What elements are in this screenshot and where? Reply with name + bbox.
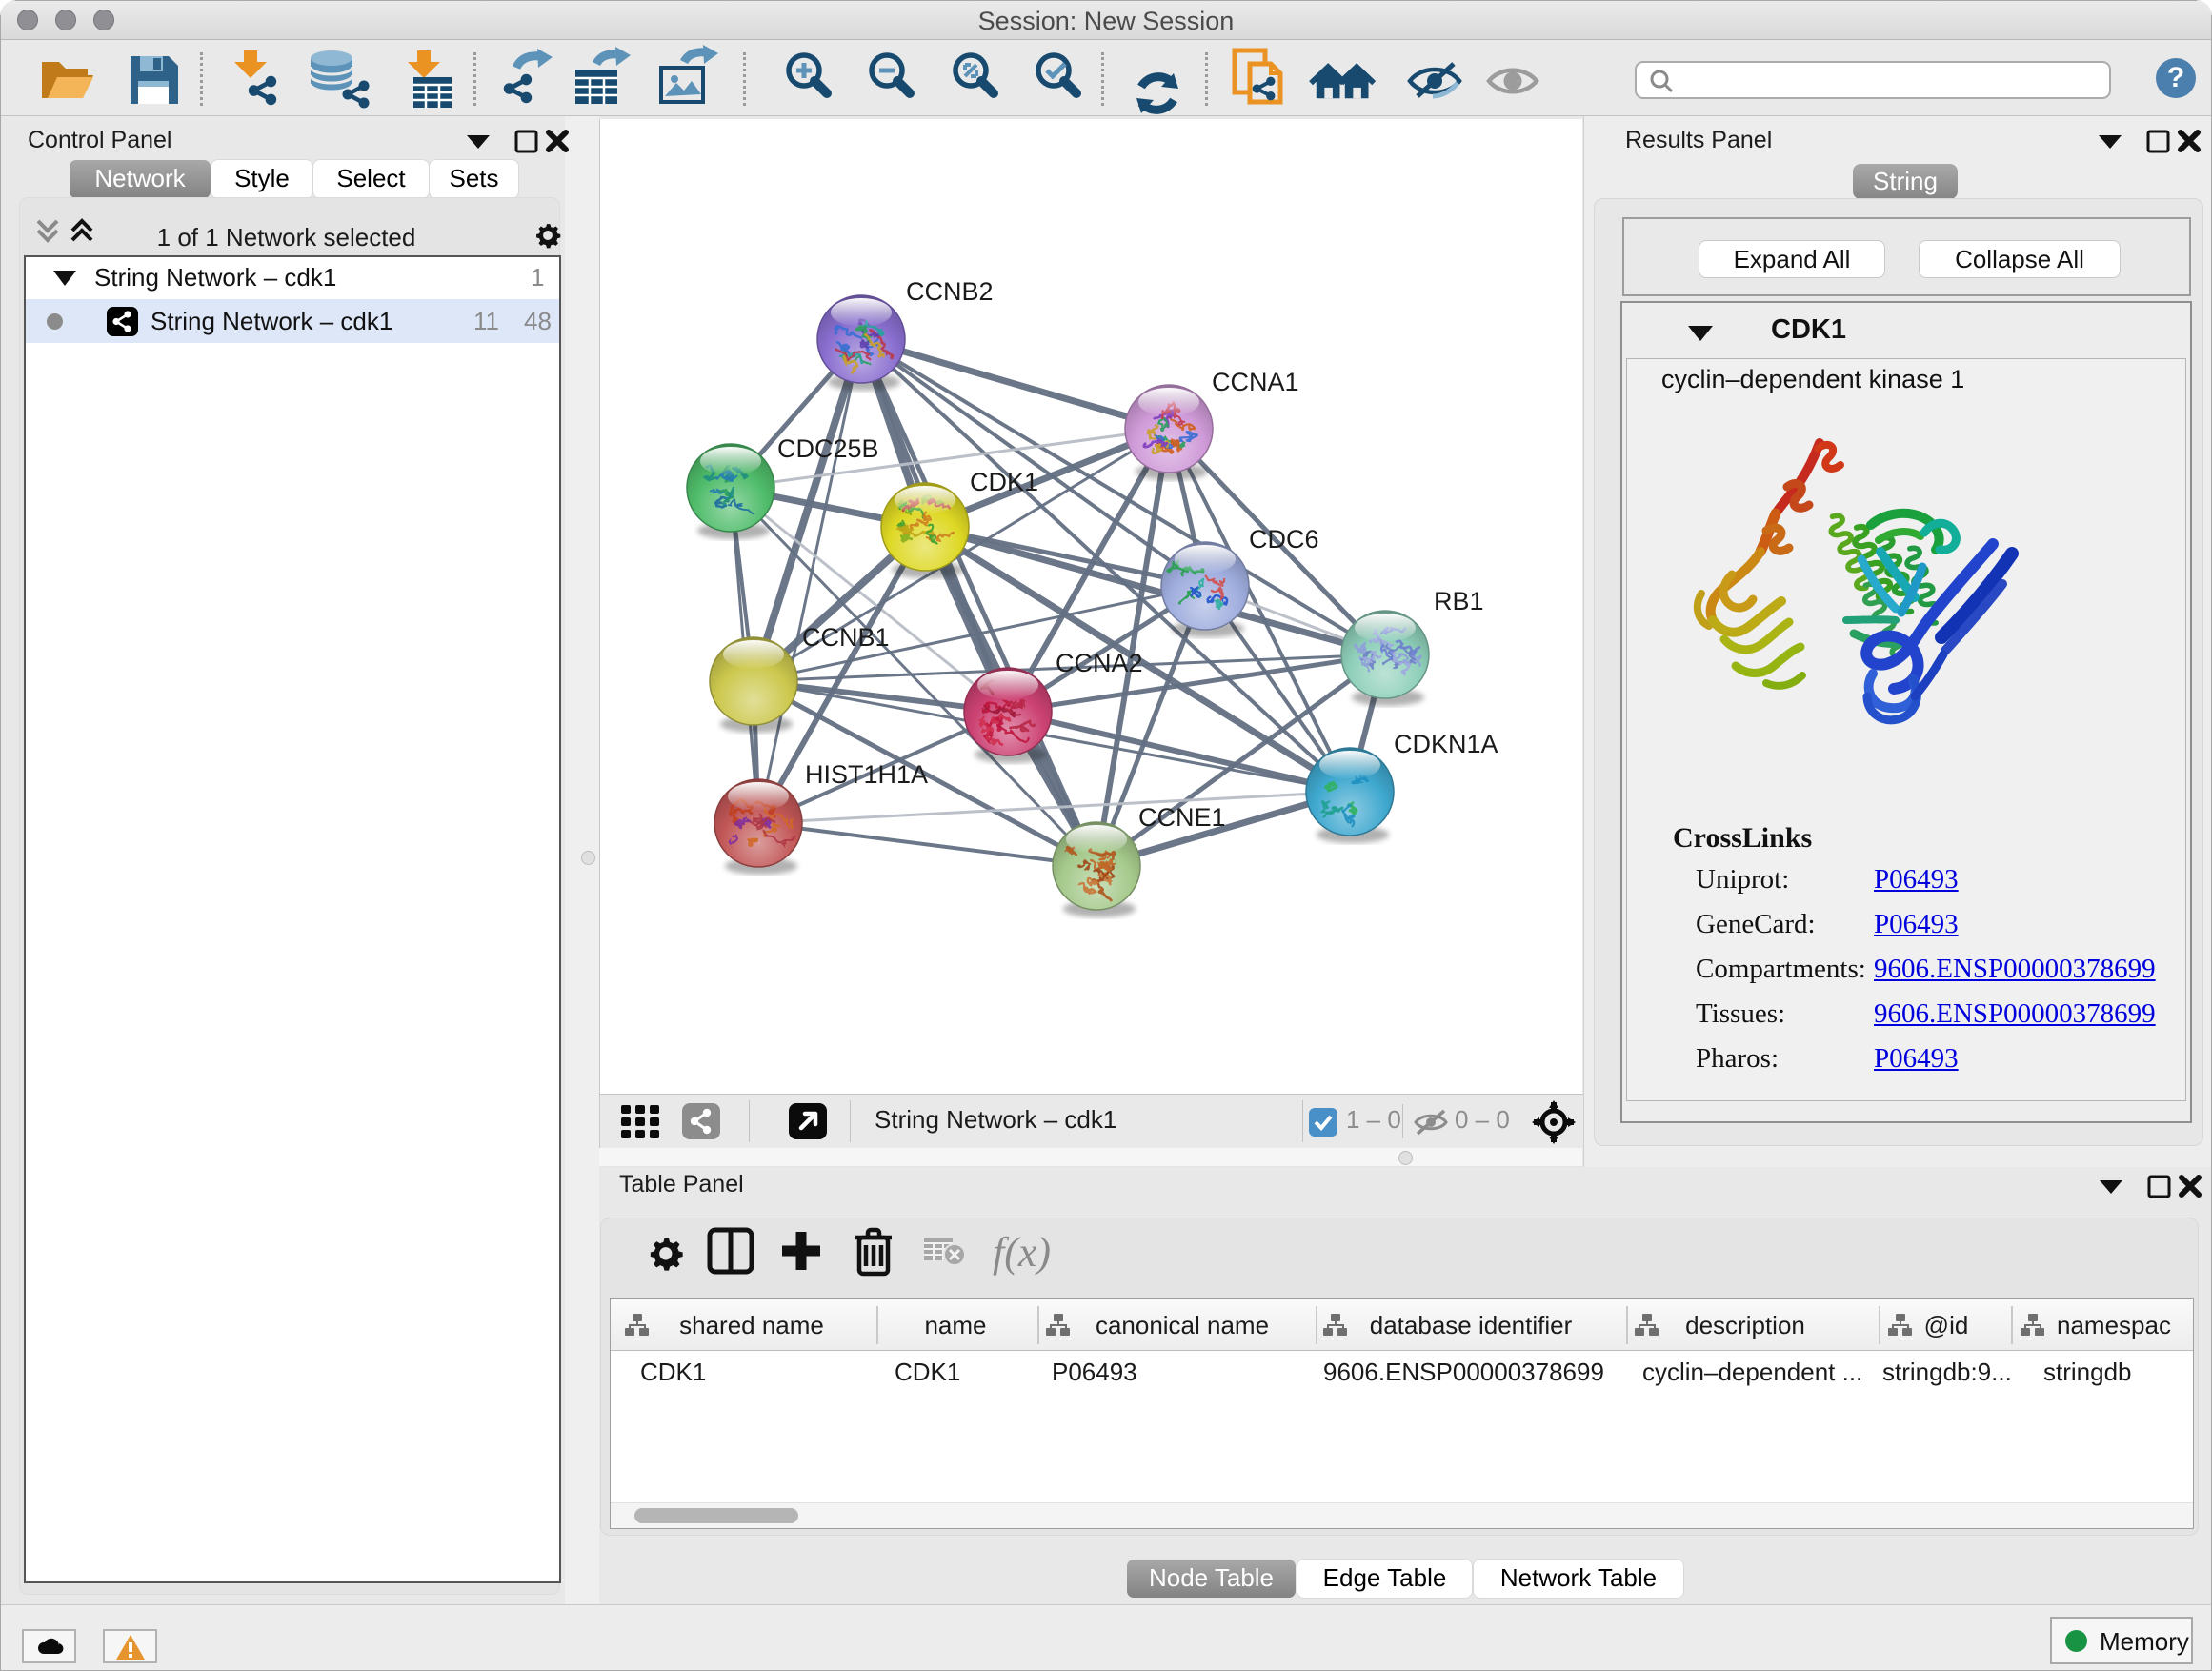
svg-text:description: description bbox=[1685, 1311, 1805, 1339]
svg-text:canonical name: canonical name bbox=[1096, 1311, 1269, 1339]
svg-text:CDKN1A: CDKN1A bbox=[1394, 730, 1498, 758]
svg-text:stringdb: stringdb bbox=[2043, 1358, 2132, 1386]
svg-text:shared name: shared name bbox=[679, 1311, 824, 1339]
svg-text:cyclin–dependent ...: cyclin–dependent ... bbox=[1642, 1358, 1862, 1386]
svg-text:f(x): f(x) bbox=[993, 1229, 1051, 1276]
svg-text:name: name bbox=[924, 1311, 986, 1339]
svg-text:CCNB2: CCNB2 bbox=[906, 277, 994, 306]
svg-text:namespac: namespac bbox=[2057, 1311, 2171, 1339]
svg-text:@id: @id bbox=[1924, 1311, 1969, 1339]
svg-text:RB1: RB1 bbox=[1434, 587, 1484, 615]
svg-text:P06493: P06493 bbox=[1052, 1358, 1137, 1386]
svg-text:database identifier: database identifier bbox=[1370, 1311, 1573, 1339]
svg-text:CDC25B: CDC25B bbox=[777, 434, 879, 463]
svg-text:stringdb:9...: stringdb:9... bbox=[1882, 1358, 2012, 1386]
svg-text:CCNE1: CCNE1 bbox=[1138, 803, 1226, 832]
svg-text:CCNA2: CCNA2 bbox=[1056, 649, 1143, 677]
svg-text:CDK1: CDK1 bbox=[640, 1358, 706, 1386]
svg-text:HIST1H1A: HIST1H1A bbox=[805, 760, 928, 789]
svg-text:CDK1: CDK1 bbox=[970, 468, 1038, 496]
svg-text:CDK1: CDK1 bbox=[895, 1358, 960, 1386]
svg-text:CCNB1: CCNB1 bbox=[802, 623, 890, 652]
svg-text:CDC6: CDC6 bbox=[1249, 525, 1319, 554]
svg-text:CCNA1: CCNA1 bbox=[1212, 368, 1299, 396]
svg-text:9606.ENSP00000378699: 9606.ENSP00000378699 bbox=[1323, 1358, 1604, 1386]
